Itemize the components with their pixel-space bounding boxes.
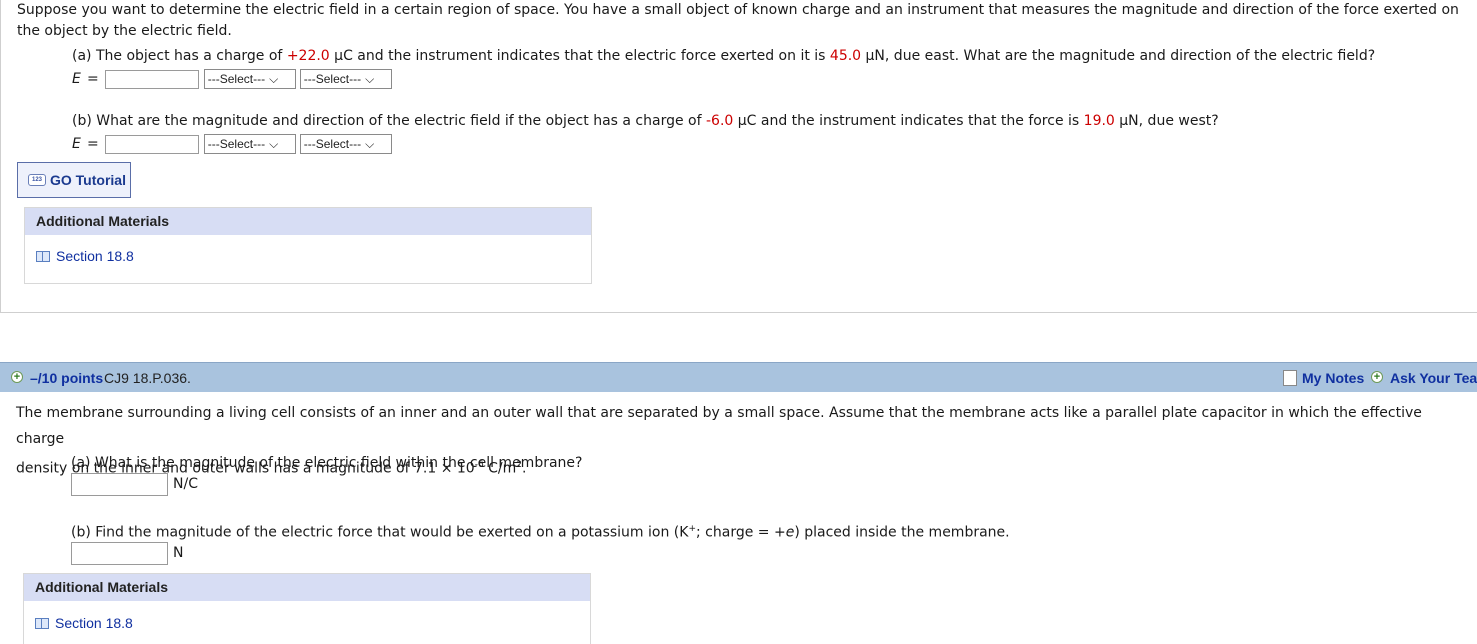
- chevron-down-icon: ⌵: [365, 136, 375, 151]
- ion-charge-sup: +: [688, 524, 696, 534]
- q2-part-b-unit: N: [173, 545, 184, 561]
- select-text: ---Select---: [207, 137, 266, 151]
- chevron-down-icon: ⌵: [365, 71, 375, 86]
- chevron-down-icon: ⌵: [269, 136, 279, 151]
- part-a-answer-row: E = ---Select--- ⌵ ---Select--- ⌵: [72, 68, 392, 90]
- q2-part-b-input[interactable]: [71, 541, 168, 565]
- part-a-force: 45.0: [829, 48, 862, 64]
- section-link-label[interactable]: Section 18.8: [56, 248, 134, 264]
- additional-materials-header: Additional Materials: [24, 574, 590, 601]
- go-tutorial-button[interactable]: 123 GO Tutorial: [17, 162, 131, 198]
- part-a-direction-select[interactable]: ---Select--- ⌵: [299, 69, 392, 89]
- equals-sign: =: [87, 136, 99, 152]
- part-b-answer-row: E = ---Select--- ⌵ ---Select--- ⌵: [72, 133, 392, 155]
- section-link[interactable]: Section 18.8: [25, 248, 591, 264]
- question-1-intro: Suppose you want to determine the electr…: [17, 2, 1459, 39]
- part-b-text-3: µN, due west?: [1114, 113, 1219, 129]
- book-icon: [36, 250, 50, 262]
- q2-part-b-prompt: (b) Find the magnitude of the electric f…: [71, 524, 1010, 541]
- additional-materials-panel: Additional Materials Section 18.8: [24, 207, 592, 284]
- select-text: ---Select---: [207, 72, 266, 86]
- expand-plus-icon[interactable]: +: [11, 371, 23, 383]
- part-a-magnitude-input[interactable]: [104, 69, 199, 89]
- part-b-text-1: (b) What are the magnitude and direction…: [72, 113, 706, 129]
- tutorial-icon: 123: [28, 174, 46, 186]
- section-link-label[interactable]: Section 18.8: [55, 615, 133, 631]
- go-tutorial-label: GO Tutorial: [50, 172, 126, 188]
- part-b-force: 19.0: [1083, 113, 1115, 129]
- question-2-header-bar: + –/10 points CJ9 18.P.036. My Notes + A…: [0, 362, 1477, 392]
- my-notes-link[interactable]: My Notes: [1302, 370, 1364, 386]
- notes-icon[interactable]: [1283, 370, 1297, 386]
- part-a-text-2: µC and the instrument indicates that the…: [329, 48, 830, 64]
- q2-b-text-3: ) placed inside the membrane.: [794, 524, 1010, 541]
- question-1-panel: Suppose you want to determine the electr…: [0, 0, 1477, 313]
- q2-b-text-1: (b) Find the magnitude of the electric f…: [71, 524, 689, 541]
- part-a-charge: +22.0: [286, 48, 330, 64]
- part-b-unit-select[interactable]: ---Select--- ⌵: [203, 134, 296, 154]
- part-a-unit-select[interactable]: ---Select--- ⌵: [203, 69, 296, 89]
- ask-your-teacher-link[interactable]: Ask Your Teac: [1390, 370, 1477, 386]
- ask-teacher-plus-icon[interactable]: +: [1371, 371, 1383, 383]
- q2-part-a-input[interactable]: [71, 472, 168, 496]
- part-b-charge: -6.0: [705, 113, 734, 129]
- part-b-magnitude-input[interactable]: [104, 134, 199, 154]
- part-b-text-2: µC and the instrument indicates that the…: [733, 113, 1084, 129]
- part-a-text-3: µN, due east. What are the magnitude and…: [861, 48, 1376, 64]
- q2-b-text-2: ; charge = +: [696, 524, 786, 541]
- part-b-direction-select[interactable]: ---Select--- ⌵: [299, 134, 392, 154]
- select-text: ---Select---: [303, 137, 362, 151]
- points-label[interactable]: –/10 points: [30, 370, 103, 386]
- part-b-prompt: (b) What are the magnitude and direction…: [72, 113, 1219, 129]
- problem-id: CJ9 18.P.036.: [104, 370, 191, 386]
- q2-part-a-answer-row: N/C: [71, 472, 198, 496]
- additional-materials-header: Additional Materials: [25, 208, 591, 235]
- q2-additional-materials-panel: Additional Materials Section 18.8: [23, 573, 591, 644]
- q2-section-link[interactable]: Section 18.8: [24, 615, 590, 631]
- part-a-text-1: (a) The object has a charge of: [72, 48, 287, 64]
- equals-sign: =: [87, 71, 99, 87]
- question-2-intro-line-1: The membrane surrounding a living cell c…: [16, 405, 1422, 447]
- part-a-prompt: (a) The object has a charge of +22.0 µC …: [72, 48, 1375, 64]
- select-text: ---Select---: [303, 72, 362, 86]
- q2-part-a-prompt: (a) What is the magnitude of the electri…: [71, 455, 583, 471]
- book-icon: [35, 617, 49, 629]
- q2-part-b-answer-row: N: [71, 541, 184, 565]
- q2-part-a-unit: N/C: [173, 476, 198, 492]
- chevron-down-icon: ⌵: [269, 71, 279, 86]
